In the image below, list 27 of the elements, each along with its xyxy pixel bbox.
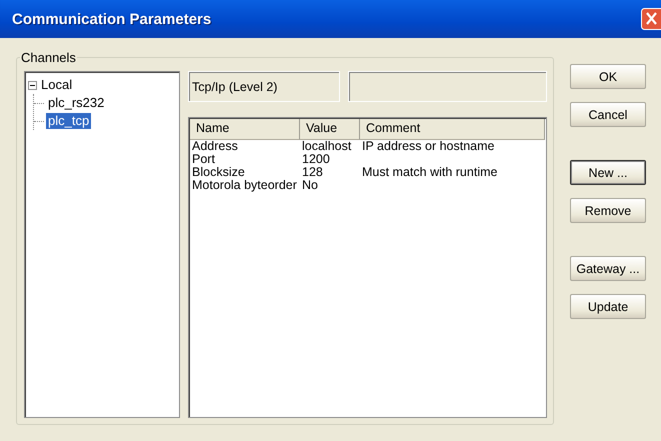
table-cell-text: Must match with runtime [361, 166, 498, 179]
dialog-button[interactable]: Update [570, 294, 646, 319]
collapse-icon[interactable] [28, 80, 37, 90]
table-cell-text: Address [191, 140, 239, 153]
dialog-button[interactable]: Gateway ... [570, 256, 646, 281]
window-title: Communication Parameters [12, 10, 212, 28]
table-cell-text: No [301, 179, 319, 192]
column-header[interactable]: Comment [360, 119, 545, 140]
table-cell-text: 1200 [301, 153, 331, 166]
dialog-button[interactable]: OK [570, 64, 646, 89]
tree-item[interactable]: plc_rs232 [46, 95, 106, 111]
close-icon[interactable] [641, 8, 661, 30]
column-header[interactable]: Name [190, 119, 300, 140]
tree-item[interactable]: plc_tcp [46, 113, 92, 129]
dialog-button[interactable]: Cancel [570, 102, 646, 127]
table-cell-text: Blocksize [191, 166, 246, 179]
group-label: Channels [20, 50, 77, 65]
column-header[interactable]: Value [300, 119, 360, 140]
protocol-field: Tcp/Ip (Level 2) [188, 71, 340, 102]
table-cell-text: localhost [301, 140, 352, 153]
table-cell-text: Port [191, 153, 216, 166]
table-cell-text: 128 [301, 166, 324, 179]
table-cell-text: IP address or hostname [361, 140, 496, 153]
dialog-button[interactable]: Remove [570, 198, 646, 223]
tree-item[interactable]: Local [39, 77, 74, 93]
dialog-button[interactable]: New ... [570, 160, 646, 185]
table-cell-text: Motorola byteorder [191, 179, 298, 192]
